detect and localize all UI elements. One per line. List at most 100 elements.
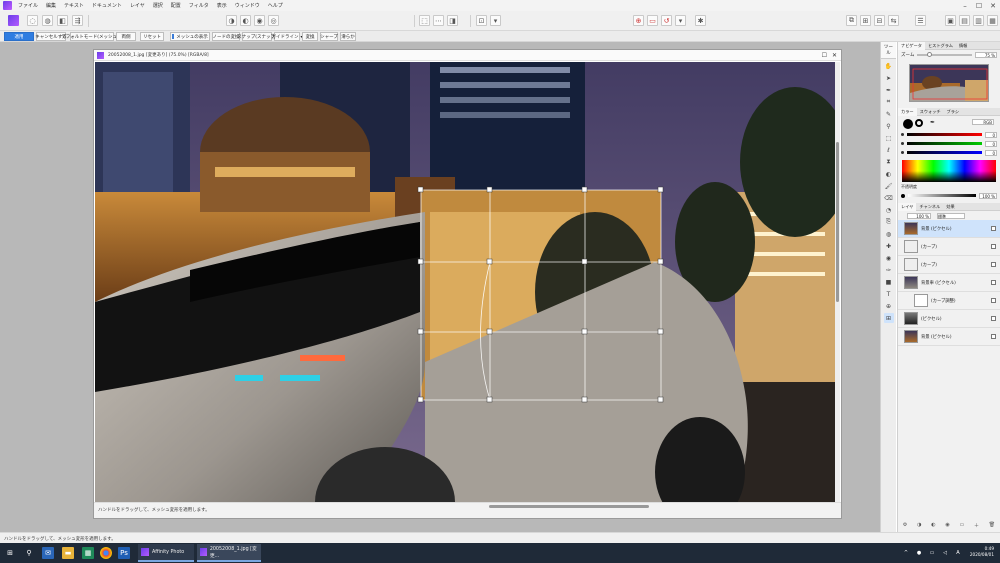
move-tool-icon[interactable]: ➤: [884, 73, 894, 83]
pen-tool-icon[interactable]: ✑: [884, 265, 894, 275]
layer-row[interactable]: 背景 (ピクセル): [898, 328, 1000, 346]
green-app-icon[interactable]: ▦: [82, 547, 94, 559]
arrange-icon[interactable]: ⧉: [846, 15, 857, 26]
freehand-selection-tool-icon[interactable]: ℓ: [884, 145, 894, 155]
grid-icon[interactable]: ☰: [915, 15, 926, 26]
horizontal-scroll-thumb[interactable]: [489, 505, 649, 508]
group-icon[interactable]: ▭: [959, 522, 964, 530]
apply-button[interactable]: 適用: [4, 32, 34, 41]
auto-colors-icon[interactable]: ◉: [254, 15, 265, 26]
eyedropper-icon[interactable]: ✒: [930, 119, 935, 126]
live-filter-icon[interactable]: ◉: [945, 522, 949, 530]
mail-app-icon[interactable]: ✉: [42, 547, 54, 559]
layer-row[interactable]: (カーブ調整): [898, 292, 1000, 310]
zoom-value[interactable]: 75 %: [975, 52, 997, 58]
tab-effects[interactable]: 効果: [943, 204, 957, 210]
ime-icon[interactable]: A: [952, 547, 964, 559]
layer-visibility-checkbox[interactable]: [991, 226, 996, 231]
taskbar-affinity-photo[interactable]: Affinity Photo: [138, 544, 194, 562]
dodge-brush-tool-icon[interactable]: ◔: [884, 205, 894, 215]
layer-opacity-dropdown[interactable]: 100 %: [907, 212, 931, 219]
shape-tool-icon[interactable]: ■: [884, 277, 894, 287]
color-spectrum[interactable]: [902, 160, 996, 182]
auto-levels-icon[interactable]: ◑: [226, 15, 237, 26]
zoom-tool-icon[interactable]: ⊕: [884, 301, 894, 311]
mask-icon[interactable]: ◑: [917, 522, 921, 530]
align-icon[interactable]: ⊞: [860, 15, 871, 26]
layer-visibility-checkbox[interactable]: [991, 316, 996, 321]
chevron-up-icon[interactable]: ^: [900, 547, 912, 559]
view-mode3-icon[interactable]: ▥: [973, 15, 984, 26]
menu-text[interactable]: テキスト: [64, 2, 92, 9]
red-value[interactable]: 0: [985, 131, 997, 138]
chrome-icon[interactable]: [100, 547, 112, 559]
photo-persona-icon[interactable]: [8, 15, 19, 26]
taskbar-document[interactable]: 20052008_1.jpg [変更...: [197, 544, 261, 562]
tab-color[interactable]: カラー: [898, 107, 917, 116]
file-explorer-icon[interactable]: ▬: [62, 547, 74, 559]
quick-mask-icon[interactable]: ◨: [447, 15, 458, 26]
tools-tab[interactable]: ツール: [881, 42, 896, 59]
tone-mapping-persona-icon[interactable]: ◧: [57, 15, 68, 26]
add-layer-icon[interactable]: ＋: [974, 522, 979, 530]
paint-brush-tool-icon[interactable]: 🖌: [884, 181, 894, 191]
layer-row[interactable]: 背景車 (ピクセル): [898, 274, 1000, 292]
distribute-icon[interactable]: ⊟: [874, 15, 885, 26]
menu-layer[interactable]: レイヤ: [130, 2, 153, 9]
mesh-mode-dropdown[interactable]: デフォルトモード(メッシュ): [61, 32, 119, 41]
blue-value[interactable]: 0: [985, 149, 997, 156]
layer-visibility-checkbox[interactable]: [991, 334, 996, 339]
red-slider[interactable]: [907, 133, 982, 136]
tab-histogram[interactable]: ヒストグラム: [925, 43, 956, 49]
image-canvas[interactable]: [95, 62, 835, 502]
tab-navigator[interactable]: ナビゲータ: [898, 41, 925, 50]
doc-maximize-icon[interactable]: ☐: [822, 52, 827, 59]
menu-file[interactable]: ファイル: [18, 2, 46, 9]
layer-row[interactable]: (カーブ): [898, 238, 1000, 256]
red-eye-tool-icon[interactable]: ◉: [884, 253, 894, 263]
chevron-down-icon[interactable]: ▾: [675, 15, 686, 26]
doc-close-icon[interactable]: ✕: [832, 52, 837, 59]
snapping-icon[interactable]: ⊕: [633, 15, 644, 26]
marquee-selection-icon[interactable]: ⬚: [419, 15, 430, 26]
clone-brush-tool-icon[interactable]: ⎘: [884, 217, 894, 227]
smooth-button[interactable]: 滑らか: [340, 32, 356, 41]
view-tool-icon[interactable]: ✋: [884, 61, 894, 71]
vertical-scrollbar[interactable]: [835, 62, 840, 502]
layer-visibility-checkbox[interactable]: [991, 262, 996, 267]
blue-slider[interactable]: [907, 151, 982, 154]
flip-icon[interactable]: ⇆: [888, 15, 899, 26]
layer-row[interactable]: (カーブ): [898, 256, 1000, 274]
menu-arrange[interactable]: 配置: [171, 2, 189, 9]
crop-tool-icon[interactable]: ⌗: [884, 97, 894, 107]
inpainting-brush-tool-icon[interactable]: ✚: [884, 241, 894, 251]
menu-view[interactable]: 表示: [217, 2, 235, 9]
taskbar-clock[interactable]: 0:49 2020/08/01: [970, 546, 994, 558]
layer-visibility-checkbox[interactable]: [991, 298, 996, 303]
layer-visibility-checkbox[interactable]: [991, 280, 996, 285]
stroke-color-well[interactable]: [915, 119, 923, 127]
tab-channels[interactable]: チャンネル: [916, 204, 943, 210]
tab-info[interactable]: 情報: [956, 43, 970, 49]
color-mode-dropdown[interactable]: RGB: [972, 119, 994, 125]
menu-help[interactable]: ヘルプ: [268, 2, 291, 9]
mesh-warp-tool-icon[interactable]: ⊞: [883, 313, 894, 323]
develop-persona-icon[interactable]: ◍: [42, 15, 53, 26]
menu-select[interactable]: 選択: [153, 2, 171, 9]
liquify-persona-icon[interactable]: ◌: [27, 15, 38, 26]
snapping-button[interactable]: スナップ(スナップ): [237, 32, 277, 41]
menu-edit[interactable]: 編集: [46, 2, 64, 9]
assistant-icon[interactable]: ✱: [695, 15, 706, 26]
color-picker-tool-icon[interactable]: ✒: [884, 85, 894, 95]
layer-row[interactable]: (ピクセル): [898, 310, 1000, 328]
force-pixel-alignment-icon[interactable]: ▭: [647, 15, 658, 26]
green-value[interactable]: 0: [985, 140, 997, 147]
opacity-value[interactable]: 100 %: [979, 192, 997, 199]
view-mode2-icon[interactable]: ▤: [959, 15, 970, 26]
search-icon[interactable]: ⚲: [23, 547, 35, 559]
selection-brush-tool-icon[interactable]: ✎: [884, 109, 894, 119]
minimize-icon[interactable]: –: [958, 0, 972, 11]
navigator-thumbnail[interactable]: [909, 64, 989, 102]
tab-swatches[interactable]: スウォッチ: [917, 109, 944, 115]
menu-filter[interactable]: フィルタ: [189, 2, 217, 9]
